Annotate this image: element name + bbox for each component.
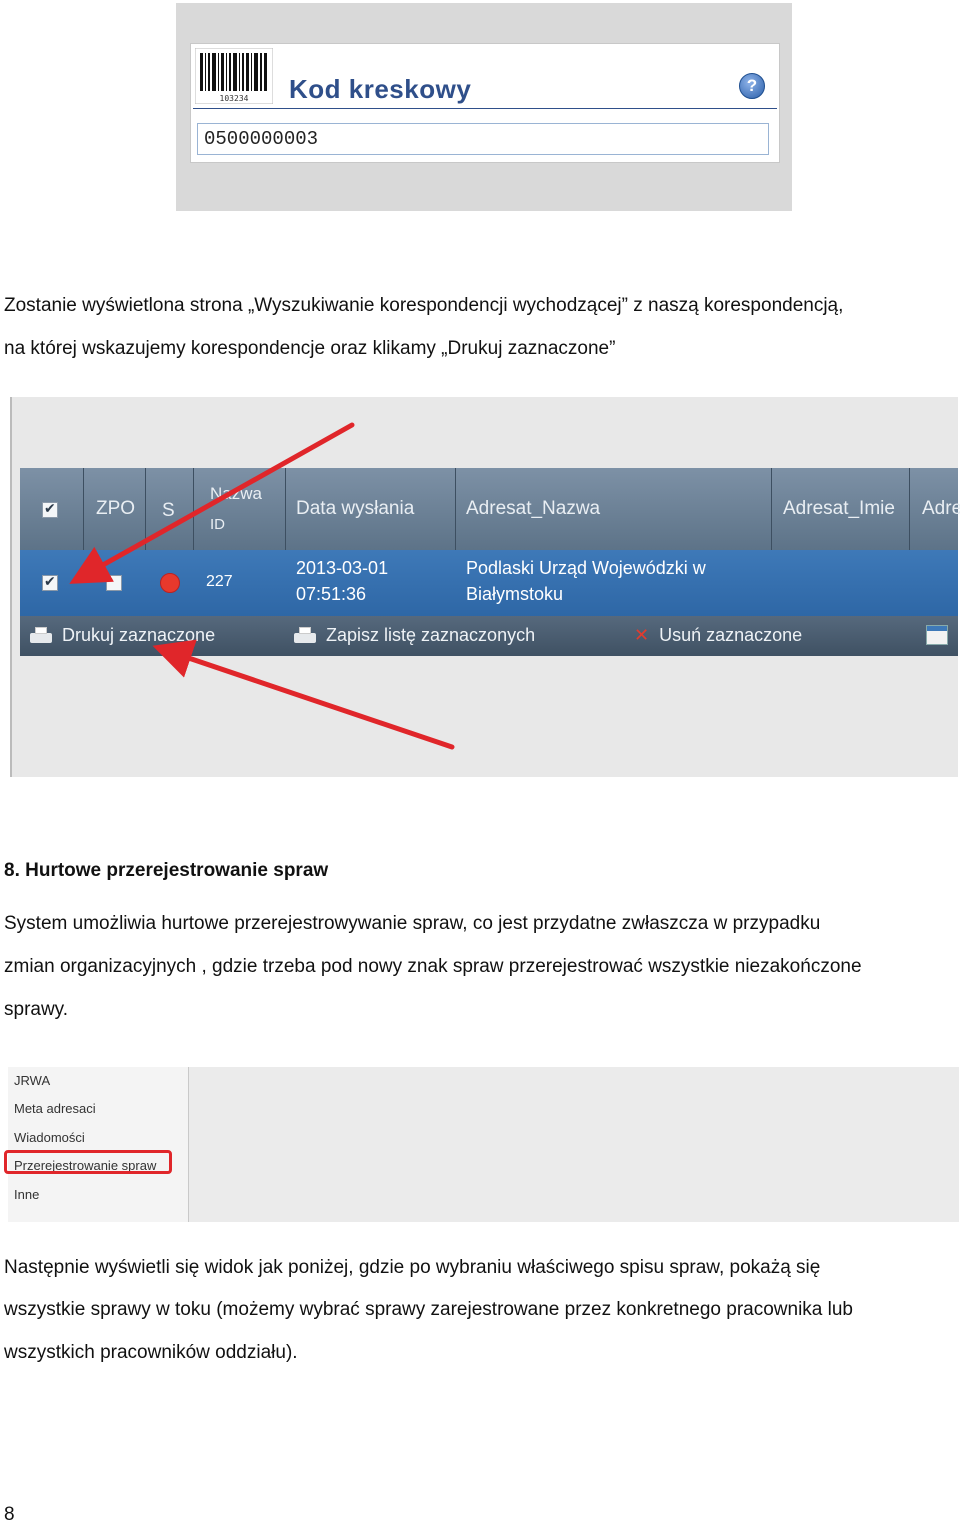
barcode-panel: 103234 Kod kreskowy ?: [190, 43, 780, 163]
menu-item-wiadomosci[interactable]: Wiadomości: [14, 1130, 85, 1145]
barcode-caption: 103234: [220, 94, 249, 103]
highlight-box: [4, 1150, 172, 1174]
paragraph-2-line-1: System umożliwia hurtowe przerejestrowyw…: [4, 913, 821, 934]
menu-item-jrwa[interactable]: JRWA: [14, 1073, 50, 1088]
side-menu: JRWA Meta adresaci Wiadomości Przerejest…: [4, 1067, 189, 1222]
paragraph-3-line-2: wszystkie sprawy w toku (możemy wybrać s…: [4, 1299, 853, 1320]
arrow-to-checkbox: [69, 422, 355, 584]
annotation-arrows: [69, 422, 455, 750]
paragraph-1-line-2: na której wskazujemy korespondencje oraz…: [4, 338, 616, 359]
paragraph-3-line-1: Następnie wyświetli się widok jak poniże…: [4, 1257, 821, 1278]
barcode-screenshot: 103234 Kod kreskowy ?: [176, 3, 792, 211]
help-icon[interactable]: ?: [739, 73, 765, 99]
divider: [193, 108, 777, 109]
paragraph-2-line-2: zmian organizacyjnych , gdzie trzeba pod…: [4, 956, 862, 977]
barcode-input[interactable]: [197, 123, 769, 155]
barcode-title: Kod kreskowy: [289, 74, 472, 104]
arrow-to-print-button: [152, 639, 455, 750]
grid-screenshot: ZPO S Nazwa ID Data wysłania Adresat_Naz…: [10, 397, 960, 777]
paragraph-2-line-3: sprawy.: [4, 999, 69, 1020]
menu-item-inne[interactable]: Inne: [14, 1187, 39, 1202]
menu-screenshot: JRWA Meta adresaci Wiadomości Przerejest…: [4, 1067, 959, 1222]
barcode-icon: 103234: [195, 48, 273, 104]
paragraph-1-line-1: Zostanie wyświetlona strona „Wyszukiwani…: [4, 295, 844, 316]
section-heading: 8. Hurtowe przerejestrowanie spraw: [4, 860, 329, 881]
menu-item-meta-adresaci[interactable]: Meta adresaci: [14, 1101, 96, 1116]
page-number: 8: [4, 1504, 15, 1525]
paragraph-3-line-3: wszystkich pracowników oddziału).: [4, 1342, 298, 1363]
